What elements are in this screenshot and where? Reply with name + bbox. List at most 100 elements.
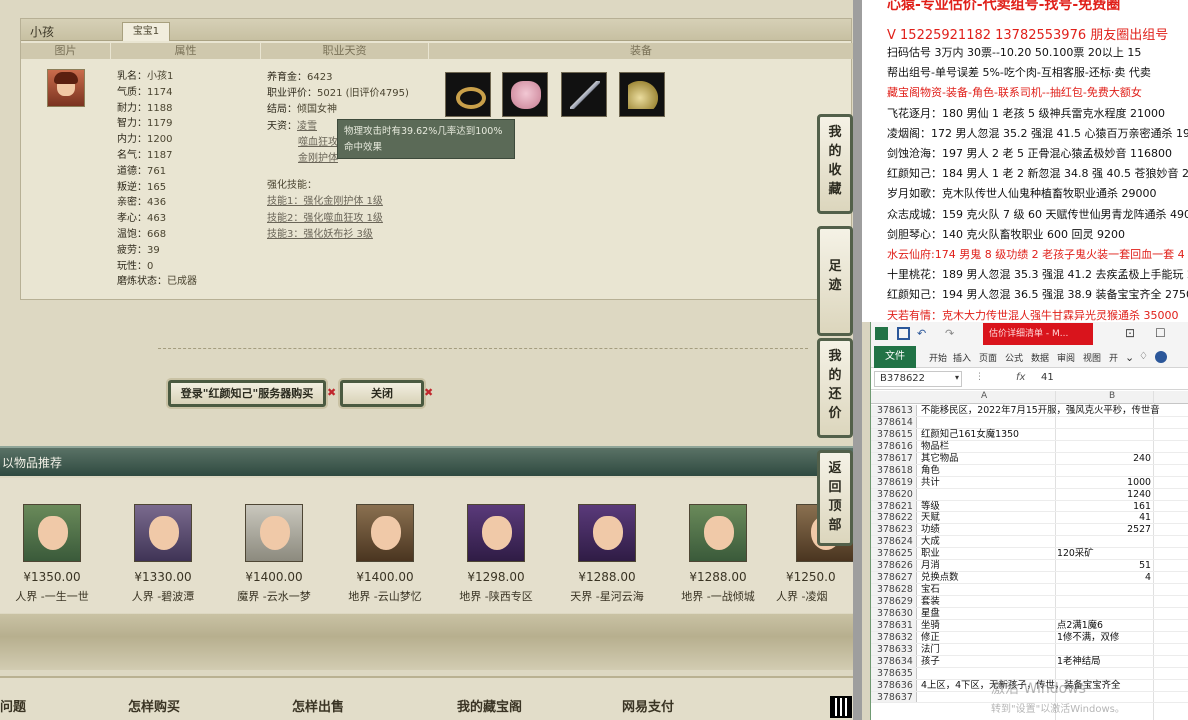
tab-data[interactable]: 数据 xyxy=(1031,351,1049,364)
cell-b[interactable]: 点2满1魔6 xyxy=(1057,620,1151,632)
row-number[interactable]: 378635 xyxy=(871,667,917,679)
row-number[interactable]: 378627 xyxy=(871,572,917,583)
help-icon[interactable] xyxy=(1155,351,1167,363)
chevron-down-icon[interactable]: ▾ xyxy=(955,373,959,382)
row-number[interactable]: 378618 xyxy=(871,464,917,476)
tab-file[interactable]: 文件 xyxy=(874,346,916,368)
rec-item[interactable]: ¥1400.00 地界 -云山梦忆 xyxy=(330,504,440,604)
rec-item[interactable]: ¥1288.00 天界 -星河云海 xyxy=(552,504,662,604)
row-number[interactable]: 378625 xyxy=(871,548,917,559)
cell-a[interactable]: 其它物品 xyxy=(921,453,959,465)
cell-a[interactable]: 等级 xyxy=(921,501,940,513)
cell-b[interactable]: 1240 xyxy=(1057,489,1151,501)
row-number[interactable]: 378622 xyxy=(871,512,917,523)
footer-link[interactable]: 我的藏宝阁 xyxy=(457,696,522,715)
footer-link[interactable]: 怎样出售 xyxy=(292,696,344,715)
row-number[interactable]: 378614 xyxy=(871,416,917,428)
rec-item[interactable]: ¥1288.00 地界 -一战倾城 xyxy=(663,504,773,604)
cell-a[interactable]: 兑换点数 xyxy=(921,572,959,584)
footer-link[interactable]: 问题 xyxy=(0,696,26,715)
ribbon-display-icon[interactable]: ⊡ xyxy=(1125,326,1135,340)
cell-a[interactable]: 星盘 xyxy=(921,608,940,620)
equip-boots-icon[interactable] xyxy=(619,72,665,117)
restore-icon[interactable]: ☐ xyxy=(1155,326,1166,340)
login-buy-button[interactable]: 登录"红颜知己"服务器购买 xyxy=(168,380,326,407)
lightbulb-icon[interactable]: ♢ xyxy=(1139,351,1148,362)
tab-formulas[interactable]: 公式 xyxy=(1005,351,1023,364)
redo-icon[interactable]: ↷ xyxy=(945,327,958,340)
rec-item[interactable]: ¥1298.00 地界 -陕西专区 xyxy=(441,504,551,604)
footer-link[interactable]: 网易支付 xyxy=(622,696,674,715)
cell-a[interactable]: 月消 xyxy=(921,560,940,572)
equip-sword-icon[interactable] xyxy=(561,72,607,117)
row-number[interactable]: 378613 xyxy=(871,405,917,416)
side-nav-favorites[interactable]: 我的收藏 xyxy=(817,114,853,214)
cell-b[interactable]: 51 xyxy=(1057,560,1151,572)
sheet-row[interactable]: 378631 坐骑 点2满1魔6 xyxy=(871,619,1188,632)
row-number[interactable]: 378615 xyxy=(871,428,917,440)
row-number[interactable]: 378634 xyxy=(871,655,917,667)
row-number[interactable]: 378632 xyxy=(871,631,917,643)
side-nav-footprints[interactable]: 足迹 xyxy=(817,226,853,336)
cell-b[interactable]: 41 xyxy=(1057,512,1151,524)
cell-b[interactable]: 4 xyxy=(1057,572,1151,584)
name-box[interactable]: B378622 xyxy=(874,371,962,387)
row-number[interactable]: 378628 xyxy=(871,584,917,595)
sheet-row[interactable]: 378615 红颜知己161女魔1350 xyxy=(871,428,1188,441)
cell-b[interactable]: 120采矿 xyxy=(1057,548,1151,560)
cell-a[interactable]: 修正 xyxy=(921,632,940,644)
sheet-row[interactable]: 378613 不能移民区，2022年7月15开服，强风克火平秒，传世音 xyxy=(871,405,1188,417)
sheet-row[interactable]: 378614 xyxy=(871,416,1188,429)
cell-b[interactable]: 1000 xyxy=(1057,477,1151,489)
side-nav-my-offers[interactable]: 我的还价 xyxy=(817,338,853,438)
undo-icon[interactable]: ↶ xyxy=(917,327,930,340)
cell-a[interactable]: 物品栏 xyxy=(921,441,949,453)
cell-a[interactable]: 共计 xyxy=(921,477,940,489)
sheet-row[interactable]: 378630 星盘 xyxy=(871,607,1188,620)
row-number[interactable]: 378623 xyxy=(871,524,917,535)
row-number[interactable]: 378624 xyxy=(871,536,917,547)
tab-insert[interactable]: 插入 xyxy=(953,351,971,364)
sheet-row[interactable]: 378633 法门 xyxy=(871,643,1188,656)
equip-necklace-icon[interactable] xyxy=(445,72,491,117)
row-number[interactable]: 378631 xyxy=(871,619,917,631)
sheet-row[interactable]: 378621 等级 161 xyxy=(871,500,1188,513)
row-number[interactable]: 378619 xyxy=(871,476,917,488)
tab-home[interactable]: 开始 xyxy=(929,351,947,364)
cell-b[interactable]: 1老神结局 xyxy=(1057,656,1151,668)
skill-link[interactable]: 技能1：强化金刚护体 1级 xyxy=(267,196,383,207)
row-number[interactable]: 378630 xyxy=(871,607,917,619)
sheet-row[interactable]: 378632 修正 1修不满，双修 xyxy=(871,631,1188,644)
row-number[interactable]: 378616 xyxy=(871,440,917,452)
row-number[interactable]: 378621 xyxy=(871,500,917,512)
cell-b[interactable]: 1修不满，双修 xyxy=(1057,632,1151,644)
save-icon[interactable] xyxy=(897,327,910,340)
tab-layout[interactable]: 页面 xyxy=(979,351,997,364)
cell-a[interactable]: 职业 xyxy=(921,548,940,560)
talent-link[interactable]: 金刚护体 xyxy=(298,153,338,164)
talent-link[interactable]: 噬血狂攻 xyxy=(298,137,338,148)
tab-pet-1[interactable]: 宝宝1 xyxy=(122,22,170,41)
chevron-down-icon[interactable]: ⌄ xyxy=(1125,351,1134,364)
sheet-row[interactable]: 378620 1240 xyxy=(871,488,1188,501)
sheet-row[interactable]: 378629 套装 xyxy=(871,596,1188,608)
rec-item[interactable]: ¥1330.00 人界 -碧波潭 xyxy=(108,504,218,604)
cell-a[interactable]: 大成 xyxy=(921,536,940,548)
cell-b[interactable]: 240 xyxy=(1057,453,1151,465)
sheet-row[interactable]: 378624 大成 xyxy=(871,536,1188,549)
row-number[interactable]: 378626 xyxy=(871,560,917,571)
cell-a[interactable]: 孩子 xyxy=(921,656,940,668)
row-number[interactable]: 378636 xyxy=(871,679,917,691)
rec-item[interactable]: ¥1400.00 魔界 -云水一梦 xyxy=(219,504,329,604)
cancel-icon[interactable]: ⋮ xyxy=(975,372,984,382)
cell-b[interactable]: 161 xyxy=(1057,501,1151,513)
row-number[interactable]: 378637 xyxy=(871,691,917,703)
cell-a[interactable]: 宝石 xyxy=(921,584,940,596)
col-header-b[interactable]: B xyxy=(1109,391,1115,401)
sheet-row[interactable]: 378619 共计 1000 xyxy=(871,476,1188,489)
fx-icon[interactable]: fx xyxy=(1016,372,1025,383)
rec-item[interactable]: ¥1350.00 人界 -一生一世 xyxy=(0,504,107,604)
row-number[interactable]: 378629 xyxy=(871,596,917,607)
equip-armor-icon[interactable] xyxy=(502,72,548,117)
col-header-a[interactable]: A xyxy=(981,391,987,401)
